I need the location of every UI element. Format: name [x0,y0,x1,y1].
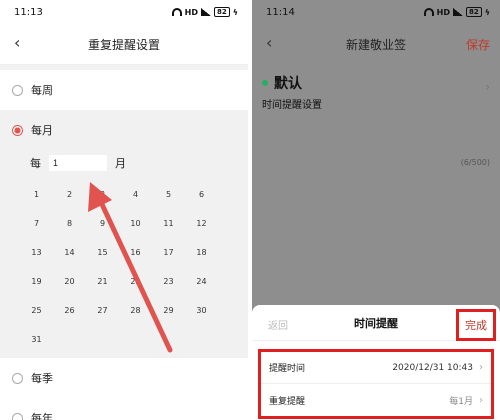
save-button[interactable]: 保存 [466,36,490,53]
day-cell[interactable]: 17 [152,238,185,267]
day-cell[interactable]: 1 [20,180,53,209]
charging-icon: ϟ [484,7,490,17]
day-cell[interactable]: 15 [86,238,119,267]
day-cell[interactable]: 20 [53,267,86,296]
day-cell[interactable]: 14 [53,238,86,267]
day-cell[interactable]: 10 [119,209,152,238]
back-icon[interactable]: ‹ [14,35,20,51]
category-dot-icon [262,80,268,86]
reminder-time-label: 提醒时间 [269,364,306,374]
every-prefix: 每 [30,157,41,170]
charging-icon: ϟ [232,7,238,17]
day-grid: 1 2 3 4 5 6 7 8 9 10 11 12 13 14 15 16 17 18 19 20 21 22 23 24 2… [0,180,248,354]
status-bar: 11:14 HD 82 ϟ [252,0,500,24]
battery-icon: 82 [213,7,230,17]
header: ‹ 重复提醒设置 [0,24,248,64]
day-cell[interactable]: 16 [119,238,152,267]
repeat-reminder-label: 重复提醒 [269,396,306,407]
note-title-row[interactable]: 默认 [252,70,500,96]
chevron-right-icon: › [479,362,483,373]
status-icons: HD 82 ϟ [171,7,238,17]
option-weekly[interactable]: 每周 [0,70,248,110]
monthly-section: 每月 每 月 123456789101112131415161718192021… [0,110,248,358]
day-cell[interactable]: 22 [119,267,152,296]
radio-quarterly[interactable] [12,372,23,384]
signal-icon [200,8,211,16]
option-quarterly[interactable]: 每季 [0,358,248,398]
day-cell[interactable]: 6 [185,180,218,209]
note-title: 默认 [274,76,302,92]
sheet-title: 时间提醒 [354,316,398,330]
chevron-right-icon: › [479,394,483,406]
day-cell[interactable]: 27 [86,296,119,325]
right-screen: 11:14 HD 82 ϟ ‹ 新建敬业签 保存 默认 › 时间提醒设置 (6/… [252,0,500,420]
chevron-right-icon[interactable]: › [485,80,490,94]
status-time: 11:14 [266,6,295,18]
radio-weekly[interactable] [12,84,23,96]
reminder-time-row[interactable]: 提醒时间 2020/12/31 10:43 › [261,352,491,384]
option-monthly-label: 每月 [31,124,53,137]
sheet-header: 返回 时间提醒 完成 [252,305,500,341]
day-cell[interactable]: 12 [185,209,218,238]
header: ‹ 新建敬业签 保存 [252,24,500,64]
page-title: 重复提醒设置 [87,37,160,52]
day-cell[interactable]: 8 [53,209,86,238]
char-counter: (6/500) [460,158,490,167]
day-cell[interactable]: 3 [86,180,119,209]
option-quarterly-label: 每季 [31,372,53,385]
day-cell[interactable]: 2 [53,180,86,209]
day-cell[interactable]: 13 [20,238,53,267]
status-icons: HD 82 ϟ [423,7,490,17]
done-button[interactable]: 完成 [456,309,496,341]
day-cell[interactable]: 31 [20,325,53,354]
page-title: 新建敬业签 [345,37,406,52]
day-cell[interactable]: 29 [152,296,185,325]
battery-icon: 82 [465,7,482,17]
signal-icon [452,8,463,16]
day-cell[interactable]: 7 [20,209,53,238]
time-reminder-sheet: 返回 时间提醒 完成 提醒时间 2020/12/31 10:43 › 重复提醒 … [252,305,500,420]
every-n-months: 每 月 [0,150,248,176]
day-cell[interactable]: 25 [20,296,53,325]
radio-yearly[interactable] [12,412,23,420]
day-cell[interactable]: 18 [185,238,218,267]
wifi-icon [171,8,182,16]
reminder-time-value: 2020/12/31 10:43 [392,362,473,373]
day-cell[interactable]: 21 [86,267,119,296]
radio-monthly[interactable] [12,124,23,136]
note-subtitle: 时间提醒设置 [262,100,322,111]
repeat-reminder-row[interactable]: 重复提醒 每1月 › [261,384,491,416]
option-yearly-label: 每年 [31,412,53,420]
network-label: HD [184,7,198,17]
repeat-reminder-value: 每1月 [449,396,473,407]
status-bar: 11:13 HD 82 ϟ [0,0,248,24]
left-screen: 11:13 HD 82 ϟ ‹ 重复提醒设置 每周 每月 每 月 1234567… [0,0,248,420]
day-cell[interactable]: 23 [152,267,185,296]
day-cell[interactable]: 28 [119,296,152,325]
day-cell[interactable]: 9 [86,209,119,238]
day-cell[interactable]: 24 [185,267,218,296]
every-suffix: 月 [115,157,126,170]
month-interval-input[interactable] [49,155,107,171]
day-cell[interactable]: 26 [53,296,86,325]
day-cell[interactable]: 5 [152,180,185,209]
day-cell[interactable]: 4 [119,180,152,209]
option-weekly-label: 每周 [31,84,53,97]
day-cell[interactable]: 19 [20,267,53,296]
sheet-rows: 提醒时间 2020/12/31 10:43 › 重复提醒 每1月 › [258,349,494,419]
day-cell[interactable]: 30 [185,296,218,325]
day-cell[interactable]: 11 [152,209,185,238]
option-yearly[interactable]: 每年 [0,398,248,420]
option-monthly[interactable]: 每月 [0,110,248,150]
network-label: HD [436,7,450,17]
wifi-icon [423,8,434,16]
status-time: 11:13 [14,6,43,18]
back-icon[interactable]: ‹ [266,35,272,51]
sheet-back-button[interactable]: 返回 [268,317,288,332]
